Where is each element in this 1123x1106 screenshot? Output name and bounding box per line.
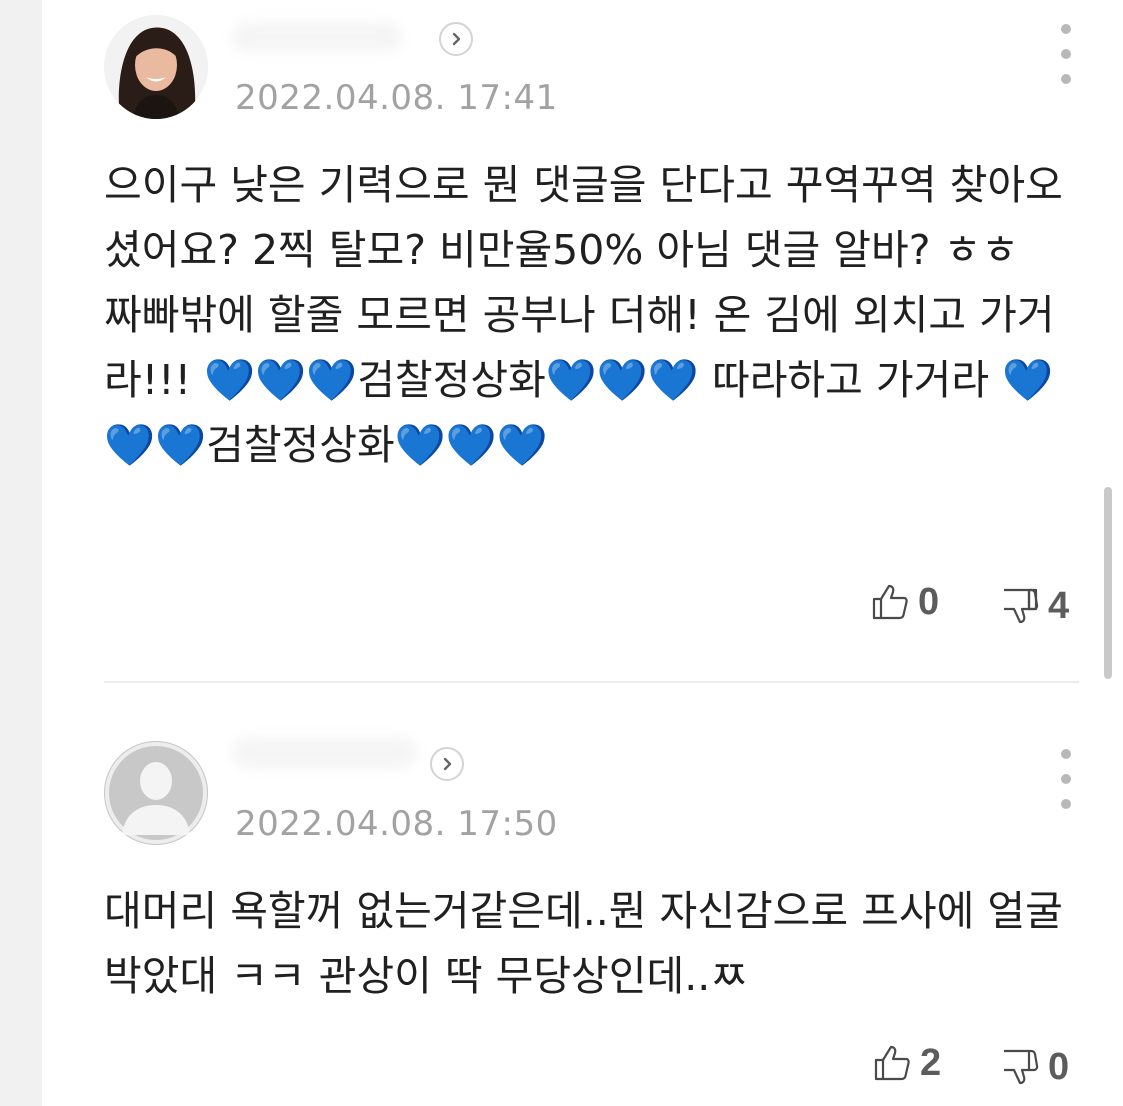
blurred-username [232, 22, 402, 52]
profile-photo [104, 15, 208, 119]
dislike-button[interactable]: 0 [1000, 1045, 1069, 1089]
thumbs-up-icon [874, 1045, 910, 1081]
dislike-count: 0 [1048, 1045, 1070, 1088]
thumbs-down-icon [1004, 588, 1039, 624]
profile-link-button[interactable] [430, 747, 464, 781]
more-vertical-icon [1061, 799, 1071, 809]
chevron-right-icon [443, 757, 452, 771]
like-button[interactable]: 0 [870, 580, 939, 624]
blurred-username [232, 738, 417, 768]
more-options-button[interactable] [1050, 24, 1082, 84]
chevron-right-icon [452, 32, 461, 46]
more-vertical-icon [1061, 49, 1071, 59]
thumbs-down-icon [1004, 1049, 1039, 1085]
comment-screen: 2022.04.08. 17:41 으이구 낮은 기력으로 뭔 댓글을 단다고 … [0, 0, 1123, 1106]
like-count: 2 [920, 1041, 942, 1084]
more-vertical-icon [1061, 24, 1071, 34]
profile-link-button[interactable] [439, 22, 473, 56]
comment-item: 2022.04.08. 17:50 대머리 욕할꺼 없는거같은데..뭔 자신감으… [42, 683, 1123, 1106]
like-button[interactable]: 2 [872, 1041, 941, 1085]
more-vertical-icon [1061, 774, 1071, 784]
dislike-button[interactable]: 4 [1000, 584, 1069, 628]
comment-item: 2022.04.08. 17:41 으이구 낮은 기력으로 뭔 댓글을 단다고 … [42, 0, 1123, 681]
more-options-button[interactable] [1050, 749, 1082, 809]
scrollbar-thumb[interactable] [1104, 487, 1112, 679]
default-person-avatar-icon [104, 741, 208, 845]
user-avatar[interactable] [104, 15, 208, 119]
comment-text: 으이구 낮은 기력으로 뭔 댓글을 단다고 꾸역꾸역 찾아오셨어요? 2찍 탈모… [104, 161, 1063, 469]
dislike-count: 4 [1048, 584, 1070, 627]
comment-text: 대머리 욕할꺼 없는거같은데..뭔 자신감으로 프사에 얼굴 박았대 ㅋㅋ 관상… [104, 887, 1063, 1000]
more-vertical-icon [1061, 74, 1071, 84]
comment-timestamp: 2022.04.08. 17:50 [235, 804, 558, 844]
user-avatar[interactable] [104, 741, 208, 845]
like-count: 0 [918, 580, 940, 623]
more-vertical-icon [1061, 749, 1071, 759]
comment-timestamp: 2022.04.08. 17:41 [235, 78, 558, 118]
comment-list: 2022.04.08. 17:41 으이구 낮은 기력으로 뭔 댓글을 단다고 … [42, 0, 1123, 1106]
thumbs-up-icon [872, 584, 908, 620]
